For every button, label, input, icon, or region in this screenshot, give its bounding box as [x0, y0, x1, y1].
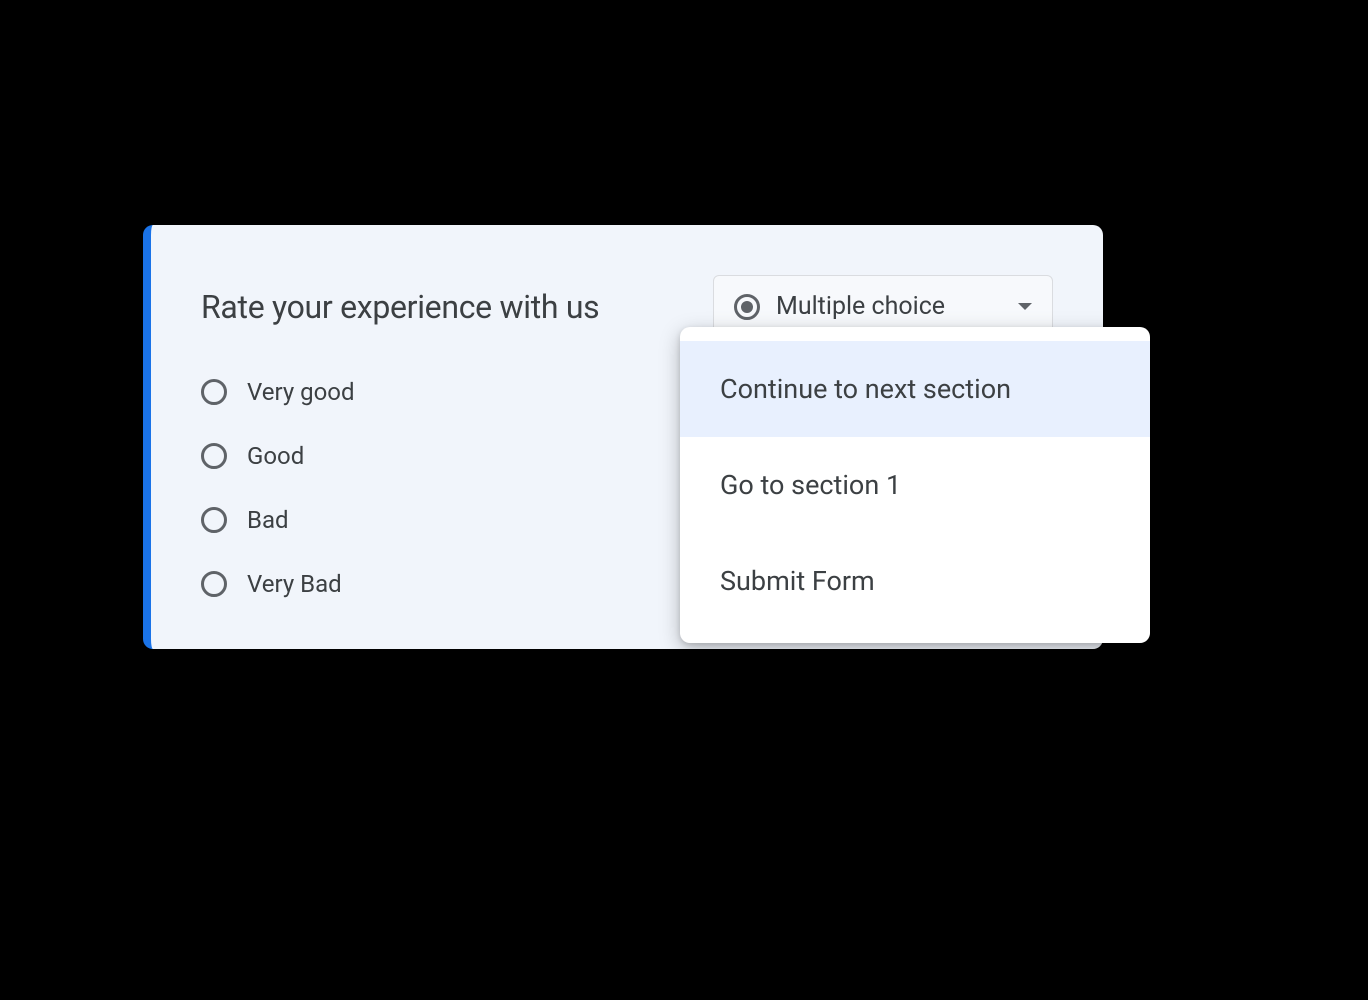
section-navigation-menu: Continue to next section Go to section 1…: [680, 327, 1150, 643]
menu-item-continue[interactable]: Continue to next section: [680, 341, 1150, 437]
option-label: Very Bad: [247, 570, 342, 598]
chevron-down-icon: [1018, 303, 1032, 310]
radio-empty-icon: [201, 379, 227, 405]
menu-item-submit-form[interactable]: Submit Form: [680, 533, 1150, 629]
option-label: Bad: [247, 506, 289, 534]
radio-empty-icon: [201, 507, 227, 533]
option-label: Very good: [247, 378, 355, 406]
radio-empty-icon: [201, 443, 227, 469]
radio-filled-icon: [734, 294, 760, 320]
question-type-label: Multiple choice: [776, 292, 1002, 321]
option-label: Good: [247, 442, 304, 470]
menu-item-goto-section-1[interactable]: Go to section 1: [680, 437, 1150, 533]
question-title[interactable]: Rate your experience with us: [201, 288, 599, 326]
radio-empty-icon: [201, 571, 227, 597]
